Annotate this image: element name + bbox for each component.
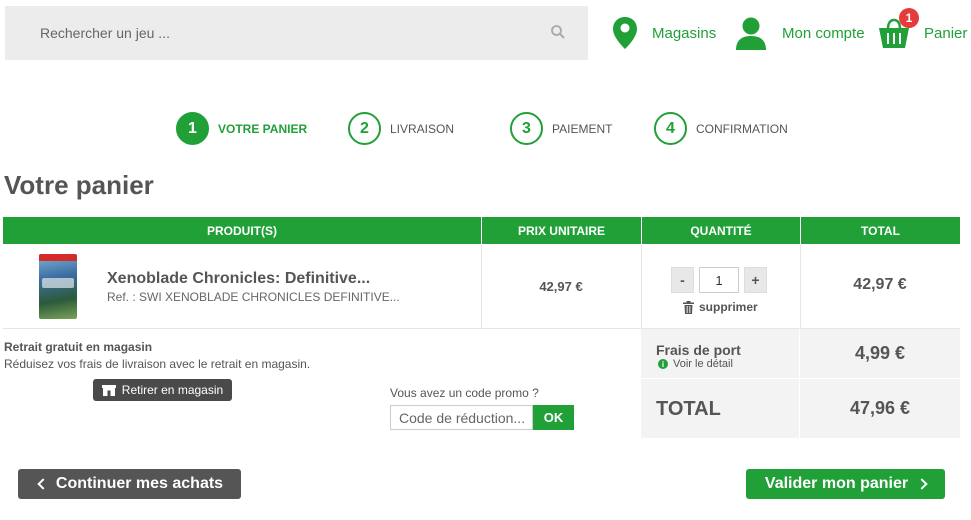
continue-shopping-button[interactable]: Continuer mes achats [18, 469, 241, 499]
info-icon: i [658, 359, 668, 369]
unit-price: 42,97 € [539, 279, 583, 294]
page-title: Votre panier [4, 170, 154, 200]
total-label: TOTAL [656, 398, 721, 420]
validate-label: Valider mon panier [764, 475, 909, 492]
store-icon [101, 384, 116, 396]
step-delivery: 2 LIVRAISON [348, 112, 454, 145]
product-ref: Ref. : SWI XENOBLADE CHRONICLES DEFINITI… [107, 290, 400, 304]
shipping-detail-label: Voir le détail [673, 358, 733, 370]
table-row: Xenoblade Chronicles: Definitive... Ref.… [3, 244, 960, 329]
column-header-total: TOTAL [800, 217, 960, 244]
stores-link[interactable]: Magasins [612, 15, 716, 51]
step-number: 1 [176, 112, 209, 145]
step-confirmation: 4 CONFIRMATION [654, 112, 788, 145]
product-name[interactable]: Xenoblade Chronicles: Definitive... [107, 270, 370, 288]
column-header-unit-price: PRIX UNITAIRE [481, 217, 641, 244]
column-header-product: PRODUIT(S) [207, 223, 277, 238]
promo-label: Vous avez un code promo ? [390, 386, 539, 400]
search-bar [5, 6, 588, 60]
shipping-detail-link[interactable]: i Voir le détail [658, 358, 733, 370]
game-logo [42, 278, 74, 288]
account-label: Mon compte [782, 24, 865, 42]
step-label: LIVRAISON [390, 121, 455, 136]
column-divider [641, 244, 642, 329]
increase-quantity-button[interactable]: + [744, 267, 767, 293]
pickup-description: Réduisez vos frais de livraison avec le … [4, 357, 311, 371]
step-label: VOTRE PANIER [218, 121, 308, 136]
step-label: PAIEMENT [552, 121, 613, 136]
search-input[interactable] [5, 6, 588, 60]
product-cover-image[interactable] [39, 254, 77, 319]
step-number: 4 [654, 112, 687, 145]
switch-logo-bar [39, 254, 77, 261]
continue-label: Continuer mes achats [55, 475, 224, 492]
cart-count-badge: 1 [899, 8, 919, 28]
step-number: 2 [348, 112, 381, 145]
remove-item-button[interactable]: supprimer [683, 300, 758, 314]
store-pickup-button[interactable]: Retirer en magasin [93, 379, 232, 401]
step-payment: 3 PAIEMENT [510, 112, 612, 145]
step-cart[interactable]: 1 VOTRE PANIER [176, 112, 307, 145]
line-total: 42,97 € [853, 276, 907, 293]
account-link[interactable]: Mon compte [734, 15, 865, 51]
map-pin-icon [613, 17, 637, 49]
promo-code-input[interactable] [390, 405, 533, 430]
validate-cart-button[interactable]: Valider mon panier [746, 469, 945, 499]
chevron-left-icon [37, 478, 49, 490]
search-icon[interactable] [550, 24, 566, 40]
decrease-quantity-button[interactable]: - [671, 267, 694, 293]
apply-promo-button[interactable]: OK [533, 405, 574, 430]
stores-label: Magasins [652, 24, 717, 42]
cart-table-header: PRODUIT(S) PRIX UNITAIRE QUANTITÉ TOTAL [3, 217, 960, 244]
column-header-quantity: QUANTITÉ [641, 217, 800, 244]
user-icon [736, 17, 766, 50]
cart-label: Panier [924, 24, 968, 42]
remove-label: supprimer [699, 300, 758, 314]
shipping-label: Frais de port [656, 342, 741, 358]
step-label: CONFIRMATION [696, 121, 788, 136]
summary-divider [641, 378, 960, 379]
order-summary: Frais de port i Voir le détail 4,99 € TO… [641, 329, 960, 438]
chevron-right-icon [916, 478, 928, 490]
cart-link[interactable]: Panier [878, 15, 967, 51]
step-number: 3 [510, 112, 543, 145]
total-value: 47,96 € [849, 398, 911, 418]
shipping-value: 4,99 € [854, 343, 906, 363]
quantity-stepper: - + [671, 267, 767, 293]
quantity-input[interactable] [699, 267, 739, 293]
store-pickup-label: Retirer en magasin [121, 383, 224, 397]
trash-icon [683, 300, 694, 314]
pickup-title: Retrait gratuit en magasin [4, 340, 153, 354]
